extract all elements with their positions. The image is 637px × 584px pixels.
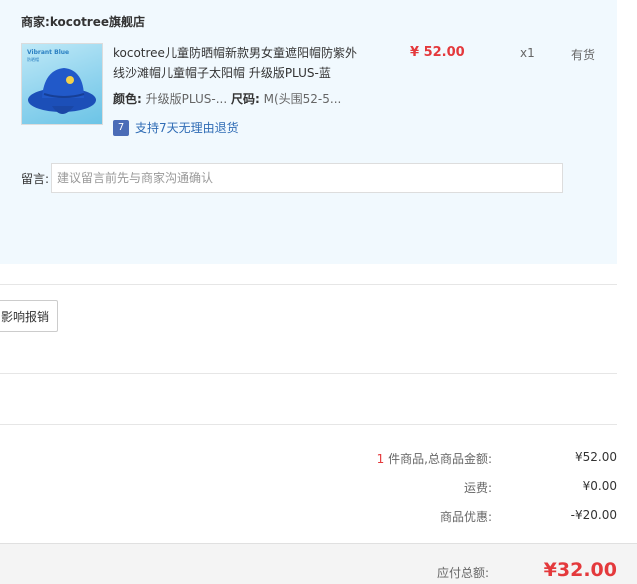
message-label: 留言: <box>21 172 50 186</box>
items-total-label: 1 件商品,总商品金额: <box>377 450 492 467</box>
color-value: 升级版PLUS-... <box>145 92 228 106</box>
size-value: M(头围52-5... <box>263 92 342 106</box>
merchant-prefix: 商家: <box>21 15 50 29</box>
merchant-link[interactable]: kocotree旗舰店 <box>50 15 145 29</box>
product-attributes: 颜色: 升级版PLUS-... 尺码: M(头围52-5... <box>113 90 341 107</box>
pay-total-value: ¥32.00 <box>543 559 617 581</box>
product-thumbnail[interactable]: Vibrant Blue 防晒帽 <box>21 43 103 125</box>
shipping-value: ¥0.00 <box>582 479 617 493</box>
discount-value: -¥20.00 <box>570 508 617 522</box>
order-card: 商家:kocotree旗舰店 Vibrant Blue 防晒帽 kocotree… <box>0 0 617 264</box>
pay-total-label: 应付总额: <box>436 566 489 580</box>
divider <box>0 284 617 285</box>
divider <box>0 373 617 374</box>
discount-label: 商品优惠: <box>439 510 492 524</box>
total-bar: 应付总额: ¥32.00 <box>0 543 637 584</box>
report-button[interactable]: 影响报销 <box>0 300 59 332</box>
return-badge-icon: 7 <box>113 119 129 136</box>
message-input[interactable] <box>51 163 563 193</box>
size-label: 尺码: <box>230 92 260 106</box>
merchant-name: 商家:kocotree旗舰店 <box>21 13 145 30</box>
return-policy-text: 支持7天无理由退货 <box>135 121 239 135</box>
items-total-value: ¥52.00 <box>575 450 617 464</box>
product-title[interactable]: kocotree儿童防晒帽新款男女童遮阳帽防紫外线沙滩帽儿童帽子太阳帽 升级版P… <box>113 43 363 83</box>
item-quantity: x1 <box>520 46 535 60</box>
stock-status: 有货 <box>571 48 596 62</box>
color-label: 颜色: <box>113 92 142 106</box>
item-price: ¥ 52.00 <box>410 45 465 60</box>
shipping-label: 运费: <box>463 481 492 495</box>
item-count-suffix: 件商品,总商品金额: <box>384 452 492 466</box>
divider <box>0 424 617 425</box>
bucket-hat-icon <box>28 68 96 114</box>
return-policy: 7 支持7天无理由退货 <box>113 119 239 136</box>
